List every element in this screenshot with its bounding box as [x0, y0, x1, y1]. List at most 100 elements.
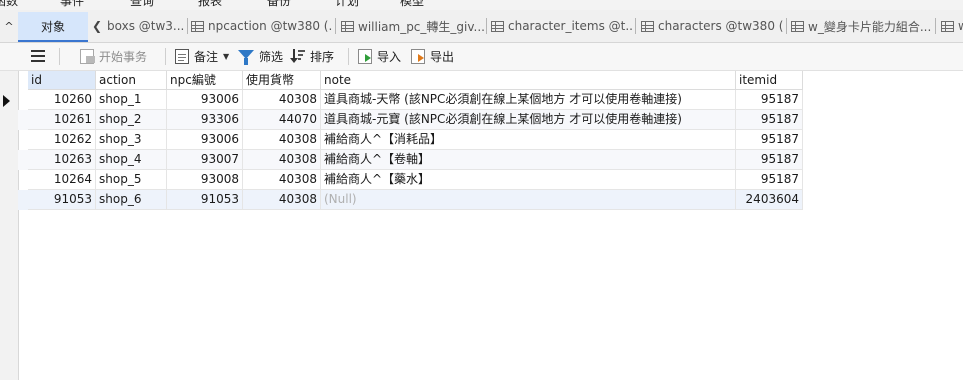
filter-icon [238, 50, 254, 65]
cell-currency[interactable]: 40308 [243, 150, 321, 170]
column-header-npc-id[interactable]: npc編號 [167, 71, 243, 90]
tab-scroll-left-icon[interactable]: ❮ [91, 16, 103, 36]
cell-itemid[interactable]: 95187 [736, 90, 803, 110]
memo-label: 备注 [194, 50, 219, 64]
cell-action[interactable]: shop_6 [96, 190, 167, 210]
cell-npc-id[interactable]: 91053 [167, 190, 243, 210]
cell-itemid[interactable]: 95187 [736, 110, 803, 130]
cell-note[interactable]: 道具商城-天幣 (該NPC必須創在線上某個地方 才可以使用卷軸連接) [321, 90, 736, 110]
cell-id[interactable]: 10263 [28, 150, 96, 170]
filter-button[interactable]: 筛选 [238, 46, 283, 67]
sort-label: 排序 [310, 50, 335, 64]
cell-itemid[interactable]: 95187 [736, 130, 803, 150]
menu-item-queries[interactable]: 查询 [130, 0, 154, 9]
cell-note[interactable]: 補給商人^【藥水】 [321, 170, 736, 190]
tab-divider [935, 18, 936, 34]
cell-action[interactable]: shop_1 [96, 90, 167, 110]
column-header-currency[interactable]: 使用貨幣 [243, 71, 321, 90]
toolbar-divider [165, 48, 166, 65]
cell-action[interactable]: shop_4 [96, 150, 167, 170]
cell-id[interactable]: 10262 [28, 130, 96, 150]
cell-note[interactable]: (Null) [321, 190, 736, 210]
cell-note[interactable]: 補給商人^【消耗品】 [321, 130, 736, 150]
tab-divider [786, 18, 787, 34]
tab-label: characters @tw380 (... [658, 19, 784, 33]
column-header-itemid[interactable]: itemid [736, 71, 803, 90]
table-icon [491, 20, 504, 32]
column-header-note[interactable]: note [321, 71, 736, 90]
export-icon [411, 49, 425, 64]
cell-id[interactable]: 10260 [28, 90, 96, 110]
cell-itemid[interactable]: 95187 [736, 150, 803, 170]
cell-note[interactable]: 道具商城-元寶 (該NPC必須創在線上某個地方 才可以使用卷軸連接) [321, 110, 736, 130]
begin-transaction-button[interactable]: 开始事务 [80, 46, 147, 67]
import-button[interactable]: 导入 [358, 46, 401, 67]
menu-item-events[interactable]: 事件 [60, 0, 84, 9]
export-button[interactable]: 导出 [411, 46, 454, 67]
cell-npc-id[interactable]: 93008 [167, 170, 243, 190]
column-header-action[interactable]: action [96, 71, 167, 90]
cell-action[interactable]: shop_5 [96, 170, 167, 190]
cell-npc-id[interactable]: 93006 [167, 90, 243, 110]
tab-label: w [958, 19, 963, 33]
cell-npc-id[interactable]: 93006 [167, 130, 243, 150]
menu-item-schedule[interactable]: 计划 [335, 0, 359, 9]
tab-w-card[interactable]: w_變身卡片能力組合... [791, 16, 933, 36]
menu-item-reports[interactable]: 报表 [198, 0, 222, 9]
tab-npcaction[interactable]: npcaction @tw380 (... [191, 16, 333, 36]
table-row[interactable]: 10263 shop_4 93007 40308 補給商人^【卷軸】 95187 [18, 150, 803, 170]
menu-bar: 函数 事件 查询 报表 备份 计划 模型 [0, 0, 963, 10]
cell-npc-id[interactable]: 93007 [167, 150, 243, 170]
table-row[interactable]: 10264 shop_5 93008 40308 補給商人^【藥水】 95187 [18, 170, 803, 190]
import-icon [358, 49, 372, 64]
cell-currency[interactable]: 40308 [243, 170, 321, 190]
cell-currency[interactable]: 40308 [243, 190, 321, 210]
tab-label: boxs @tw3... [107, 19, 185, 33]
sort-button[interactable]: 排序 [290, 46, 335, 67]
memo-button[interactable]: 备注 ▼ [175, 46, 229, 67]
cell-currency[interactable]: 40308 [243, 90, 321, 110]
tab-w[interactable]: w [941, 16, 963, 36]
cell-action[interactable]: shop_3 [96, 130, 167, 150]
table-icon [641, 20, 654, 32]
table-row[interactable]: 10260 shop_1 93006 40308 道具商城-天幣 (該NPC必須… [18, 90, 803, 110]
collapse-chevron-icon[interactable]: ^ [0, 10, 18, 42]
tab-characters[interactable]: characters @tw380 (... [641, 16, 784, 36]
cell-id[interactable]: 91053 [28, 190, 96, 210]
tab-label: william_pc_轉生_giv... [358, 19, 484, 34]
menu-icon[interactable] [31, 50, 45, 62]
row-selector-gutter [0, 71, 19, 380]
cell-currency[interactable]: 44070 [243, 110, 321, 130]
sort-icon [290, 49, 305, 64]
table-row[interactable]: 10261 shop_2 93306 44070 道具商城-元寶 (該NPC必須… [18, 110, 803, 130]
cell-id[interactable]: 10261 [28, 110, 96, 130]
tab-william-pc[interactable]: william_pc_轉生_giv... [341, 16, 484, 36]
table-row[interactable]: 10262 shop_3 93006 40308 補給商人^【消耗品】 9518… [18, 130, 803, 150]
toolbar: 开始事务 备注 ▼ 筛选 排序 导入 导出 [0, 43, 963, 71]
tab-divider [335, 18, 336, 34]
begin-transaction-label: 开始事务 [99, 50, 148, 64]
tab-objects[interactable]: 对象 [18, 12, 88, 42]
table-icon [191, 20, 204, 32]
tab-character-items[interactable]: character_items @t... [491, 16, 633, 36]
column-header-id[interactable]: id [28, 71, 96, 90]
cell-itemid[interactable]: 95187 [736, 170, 803, 190]
menu-item-model[interactable]: 模型 [400, 0, 424, 9]
table-icon [341, 20, 354, 32]
tab-boxs[interactable]: boxs @tw3... [107, 16, 185, 36]
cell-itemid[interactable]: 2403604 [736, 190, 803, 210]
current-row-indicator-icon [3, 95, 10, 107]
tab-label: npcaction @tw380 (... [208, 19, 333, 33]
dropdown-caret-icon: ▼ [223, 52, 230, 61]
table-icon [941, 20, 954, 32]
cell-action[interactable]: shop_2 [96, 110, 167, 130]
cell-note[interactable]: 補給商人^【卷軸】 [321, 150, 736, 170]
menu-item-functions[interactable]: 函数 [0, 0, 18, 9]
cell-currency[interactable]: 40308 [243, 130, 321, 150]
filter-label: 筛选 [259, 50, 284, 64]
menu-item-backup[interactable]: 备份 [267, 0, 291, 9]
cell-npc-id[interactable]: 93306 [167, 110, 243, 130]
table-row[interactable]: 91053 shop_6 91053 40308 (Null) 2403604 [18, 190, 803, 210]
cell-id[interactable]: 10264 [28, 170, 96, 190]
tab-divider [635, 18, 636, 34]
